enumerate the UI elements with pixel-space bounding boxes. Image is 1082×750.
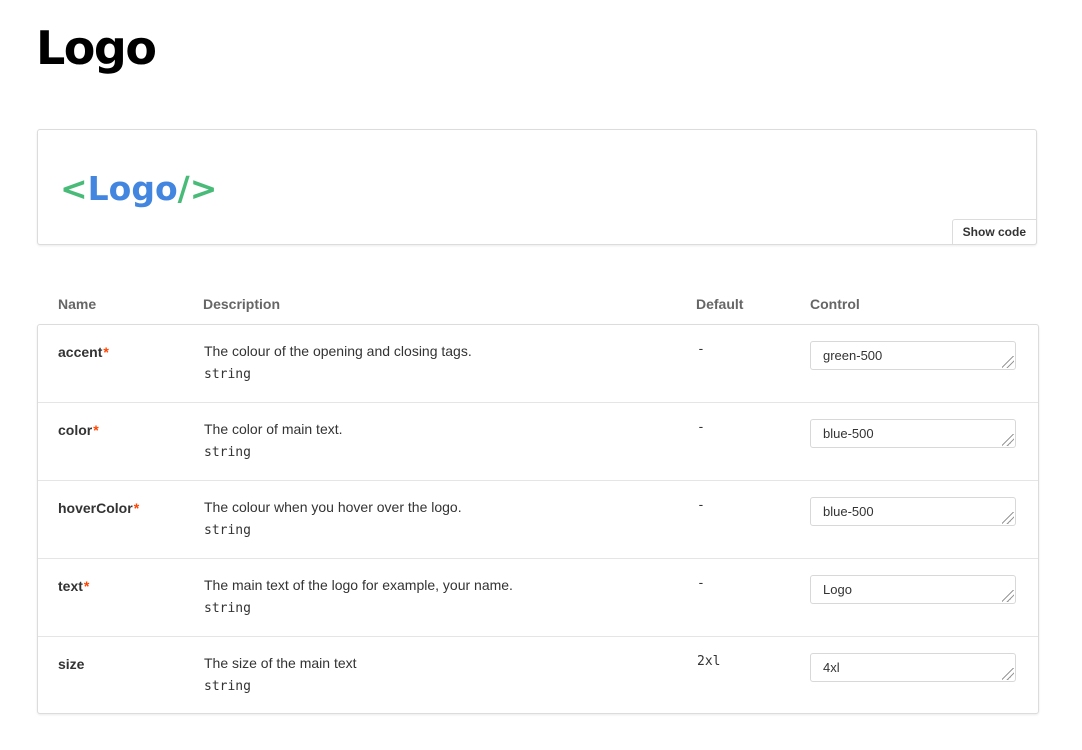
prop-description: The color of main text. <box>204 421 343 437</box>
resize-grip-icon[interactable] <box>1002 356 1014 368</box>
logo-close-tag: /> <box>177 169 218 208</box>
prop-description: The size of the main text <box>204 655 357 671</box>
table-row: accent* The colour of the opening and cl… <box>38 325 1038 403</box>
prop-type: string <box>204 367 251 382</box>
control-value: blue-500 <box>823 504 874 519</box>
table-row: color* The color of main text. string - … <box>38 403 1038 481</box>
show-code-button[interactable]: Show code <box>951 219 1037 245</box>
control-value: green-500 <box>823 348 883 363</box>
control-input[interactable]: blue-500 <box>810 419 1016 448</box>
required-marker: * <box>133 500 140 516</box>
control-value: blue-500 <box>823 426 874 441</box>
prop-description: The main text of the logo for example, y… <box>204 577 513 593</box>
resize-grip-icon[interactable] <box>1002 434 1014 446</box>
column-header-name: Name <box>58 296 97 312</box>
control-input[interactable]: blue-500 <box>810 497 1016 526</box>
logo-preview[interactable]: <Logo/> <box>60 168 217 210</box>
prop-type: string <box>204 601 251 616</box>
prop-default: - <box>697 498 705 513</box>
prop-type: string <box>204 679 251 694</box>
prop-default: - <box>697 576 705 591</box>
prop-type: string <box>204 445 251 460</box>
page-title: Logo <box>36 21 157 75</box>
logo-text: Logo <box>87 169 178 208</box>
prop-description: The colour of the opening and closing ta… <box>204 343 472 359</box>
column-header-description: Description <box>203 296 281 312</box>
prop-description: The colour when you hover over the logo. <box>204 499 462 515</box>
props-table: accent* The colour of the opening and cl… <box>37 324 1039 714</box>
logo-open-tag: < <box>60 169 88 208</box>
prop-name: hoverColor <box>58 500 133 516</box>
control-input[interactable]: green-500 <box>810 341 1016 370</box>
prop-name: text <box>58 578 83 594</box>
prop-default: 2xl <box>697 654 721 669</box>
resize-grip-icon[interactable] <box>1002 668 1014 680</box>
prop-default: - <box>697 420 705 435</box>
prop-default: - <box>697 342 705 357</box>
required-marker: * <box>93 422 99 438</box>
required-marker: * <box>103 344 109 360</box>
resize-grip-icon[interactable] <box>1002 512 1014 524</box>
control-input[interactable]: 4xl <box>810 653 1016 682</box>
prop-name: color <box>58 422 93 438</box>
control-input[interactable]: Logo <box>810 575 1016 604</box>
prop-name: accent <box>58 344 103 360</box>
resize-grip-icon[interactable] <box>1002 590 1014 602</box>
table-row: hoverColor* The colour when you hover ov… <box>38 481 1038 559</box>
required-marker: * <box>83 578 90 594</box>
prop-type: string <box>204 523 251 538</box>
column-header-control: Control <box>810 296 860 312</box>
prop-name: size <box>58 656 85 672</box>
table-row: size The size of the main text string 2x… <box>38 637 1038 713</box>
control-value: 4xl <box>823 660 840 675</box>
preview-panel: <Logo/> Show code <box>37 129 1037 245</box>
table-row: text* The main text of the logo for exam… <box>38 559 1038 637</box>
column-header-default: Default <box>696 296 744 312</box>
control-value: Logo <box>823 582 852 597</box>
